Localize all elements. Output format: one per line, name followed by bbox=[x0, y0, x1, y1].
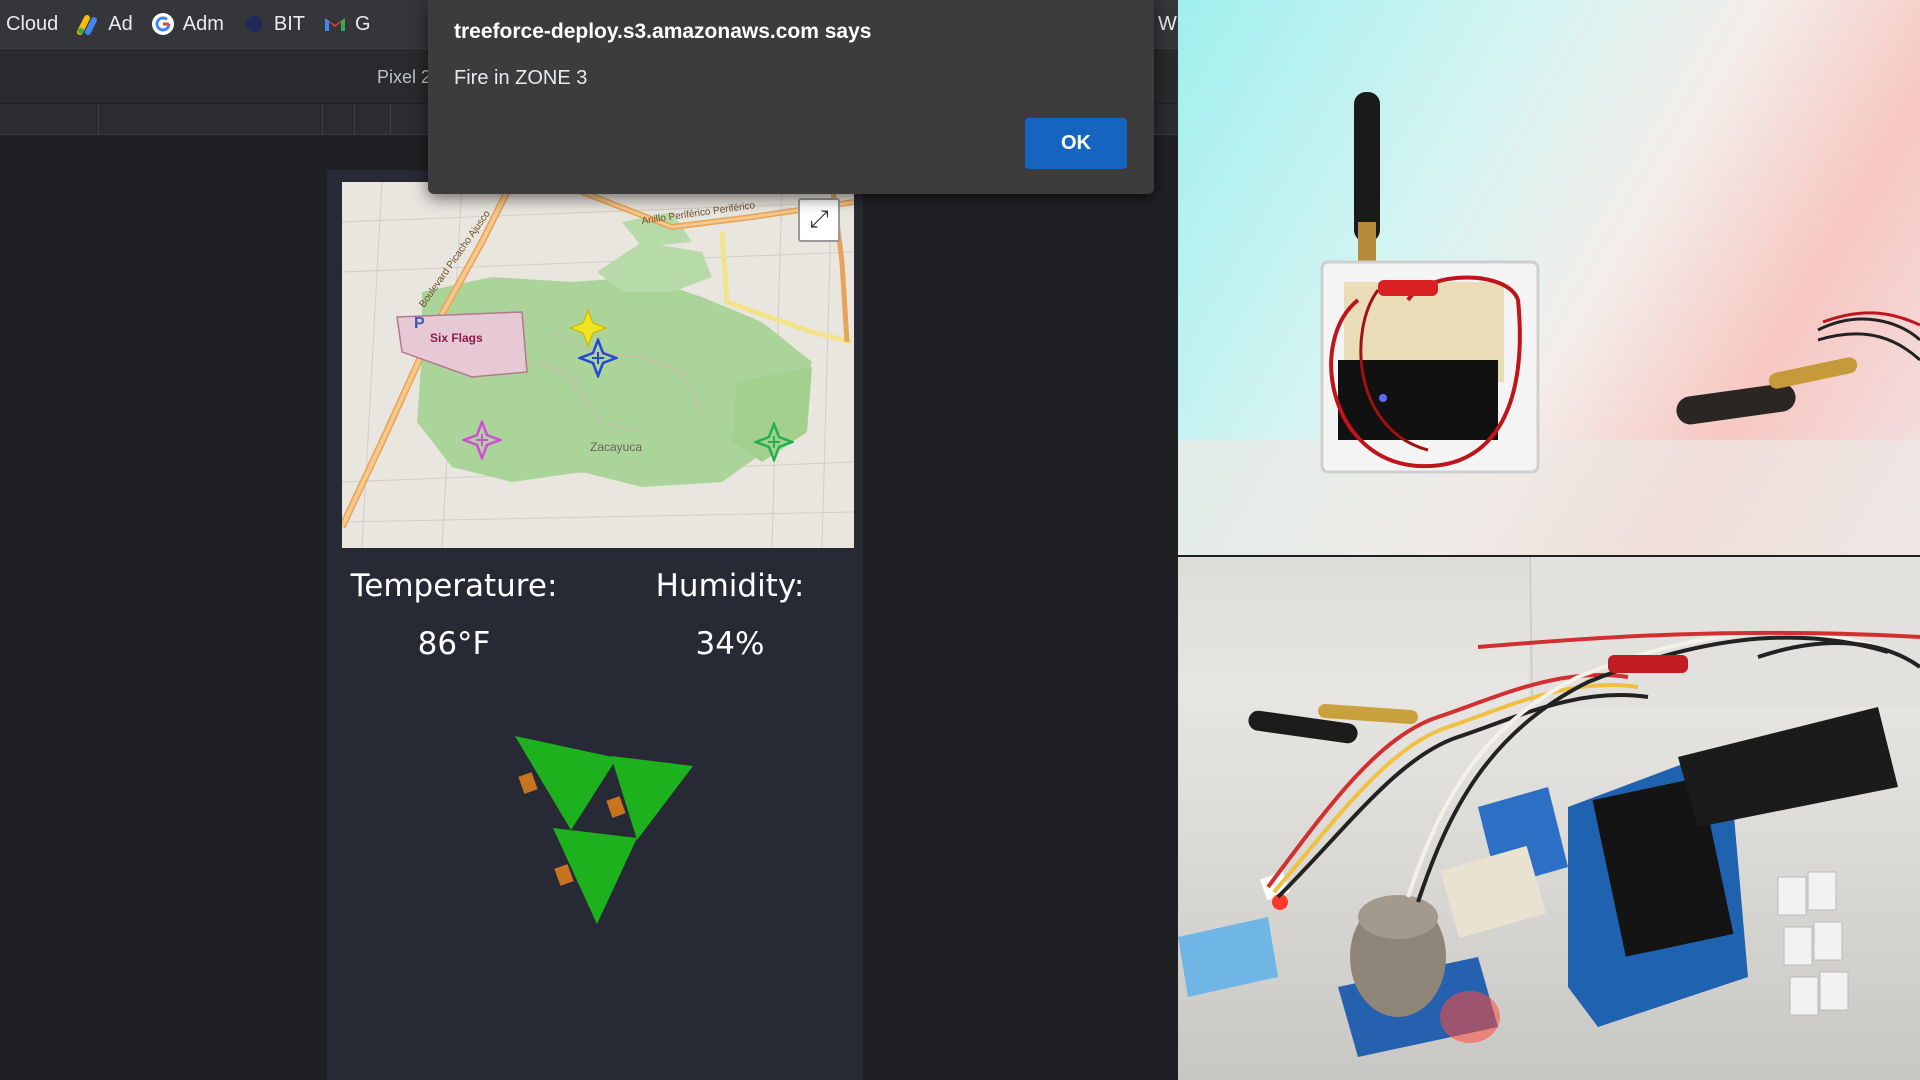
temperature-label: Temperature: bbox=[350, 568, 558, 604]
temperature-value: 86°F bbox=[417, 626, 491, 662]
camera-feed-bottom bbox=[1178, 557, 1920, 1080]
fullscreen-button[interactable]: ⤢ bbox=[798, 198, 840, 242]
zone-marker-magenta[interactable] bbox=[462, 420, 502, 460]
humidity-readout: Humidity: 34% bbox=[615, 568, 845, 662]
bookmark-ad[interactable]: Ad bbox=[70, 4, 144, 44]
mobile-page: Six Flags P Zacayuca Boulevard Picacho A… bbox=[327, 170, 863, 1080]
treeforce-logo bbox=[515, 736, 693, 924]
map-label-six-flags: Six Flags bbox=[430, 331, 483, 345]
google-icon bbox=[151, 12, 175, 36]
map-label-zacayuca: Zacayuca bbox=[590, 440, 642, 454]
bitbucket-icon bbox=[242, 12, 266, 36]
bookmark-label: Cloud bbox=[6, 12, 59, 35]
zone-map[interactable]: Six Flags P Zacayuca Boulevard Picacho A… bbox=[342, 182, 854, 548]
bookmark-adm[interactable]: Adm bbox=[145, 4, 236, 44]
expand-icon: ⤢ bbox=[809, 206, 829, 233]
gmail-icon bbox=[323, 12, 347, 36]
map-label-parking: P bbox=[414, 315, 425, 332]
humidity-value: 34% bbox=[695, 626, 765, 662]
temperature-readout: Temperature: 86°F bbox=[327, 568, 581, 662]
bookmark-label: W bbox=[1158, 12, 1177, 35]
google-ads-icon bbox=[76, 12, 100, 36]
browser-window: Cloud Ad Adm BIT G W Pixel 2 Six Flags P… bbox=[0, 0, 1178, 1080]
alert-dialog: treeforce-deploy.s3.amazonaws.com says F… bbox=[428, 0, 1154, 194]
camera-feed-top bbox=[1178, 0, 1920, 555]
ok-button[interactable]: OK bbox=[1025, 118, 1127, 169]
bookmark-label: Adm bbox=[182, 12, 224, 35]
dialog-message: Fire in ZONE 3 bbox=[454, 67, 588, 89]
bookmark-w[interactable]: W bbox=[1152, 4, 1178, 44]
device-selector[interactable]: Pixel 2 bbox=[377, 67, 431, 88]
sensor-node-photo bbox=[1178, 92, 1920, 555]
zone-marker-green[interactable] bbox=[754, 422, 794, 462]
bookmark-cloud[interactable]: Cloud bbox=[0, 4, 70, 44]
sensor-board-photo bbox=[1178, 557, 1920, 1057]
bookmark-gmail[interactable]: G bbox=[317, 4, 383, 44]
bookmark-label: G bbox=[354, 12, 371, 35]
dialog-title: treeforce-deploy.s3.amazonaws.com says bbox=[454, 20, 872, 43]
humidity-label: Humidity: bbox=[655, 568, 805, 604]
bookmark-label: BIT bbox=[273, 12, 305, 35]
bookmark-bit[interactable]: BIT bbox=[236, 4, 317, 44]
bookmark-label: Ad bbox=[108, 12, 133, 35]
zone-marker-blue[interactable] bbox=[578, 338, 618, 378]
